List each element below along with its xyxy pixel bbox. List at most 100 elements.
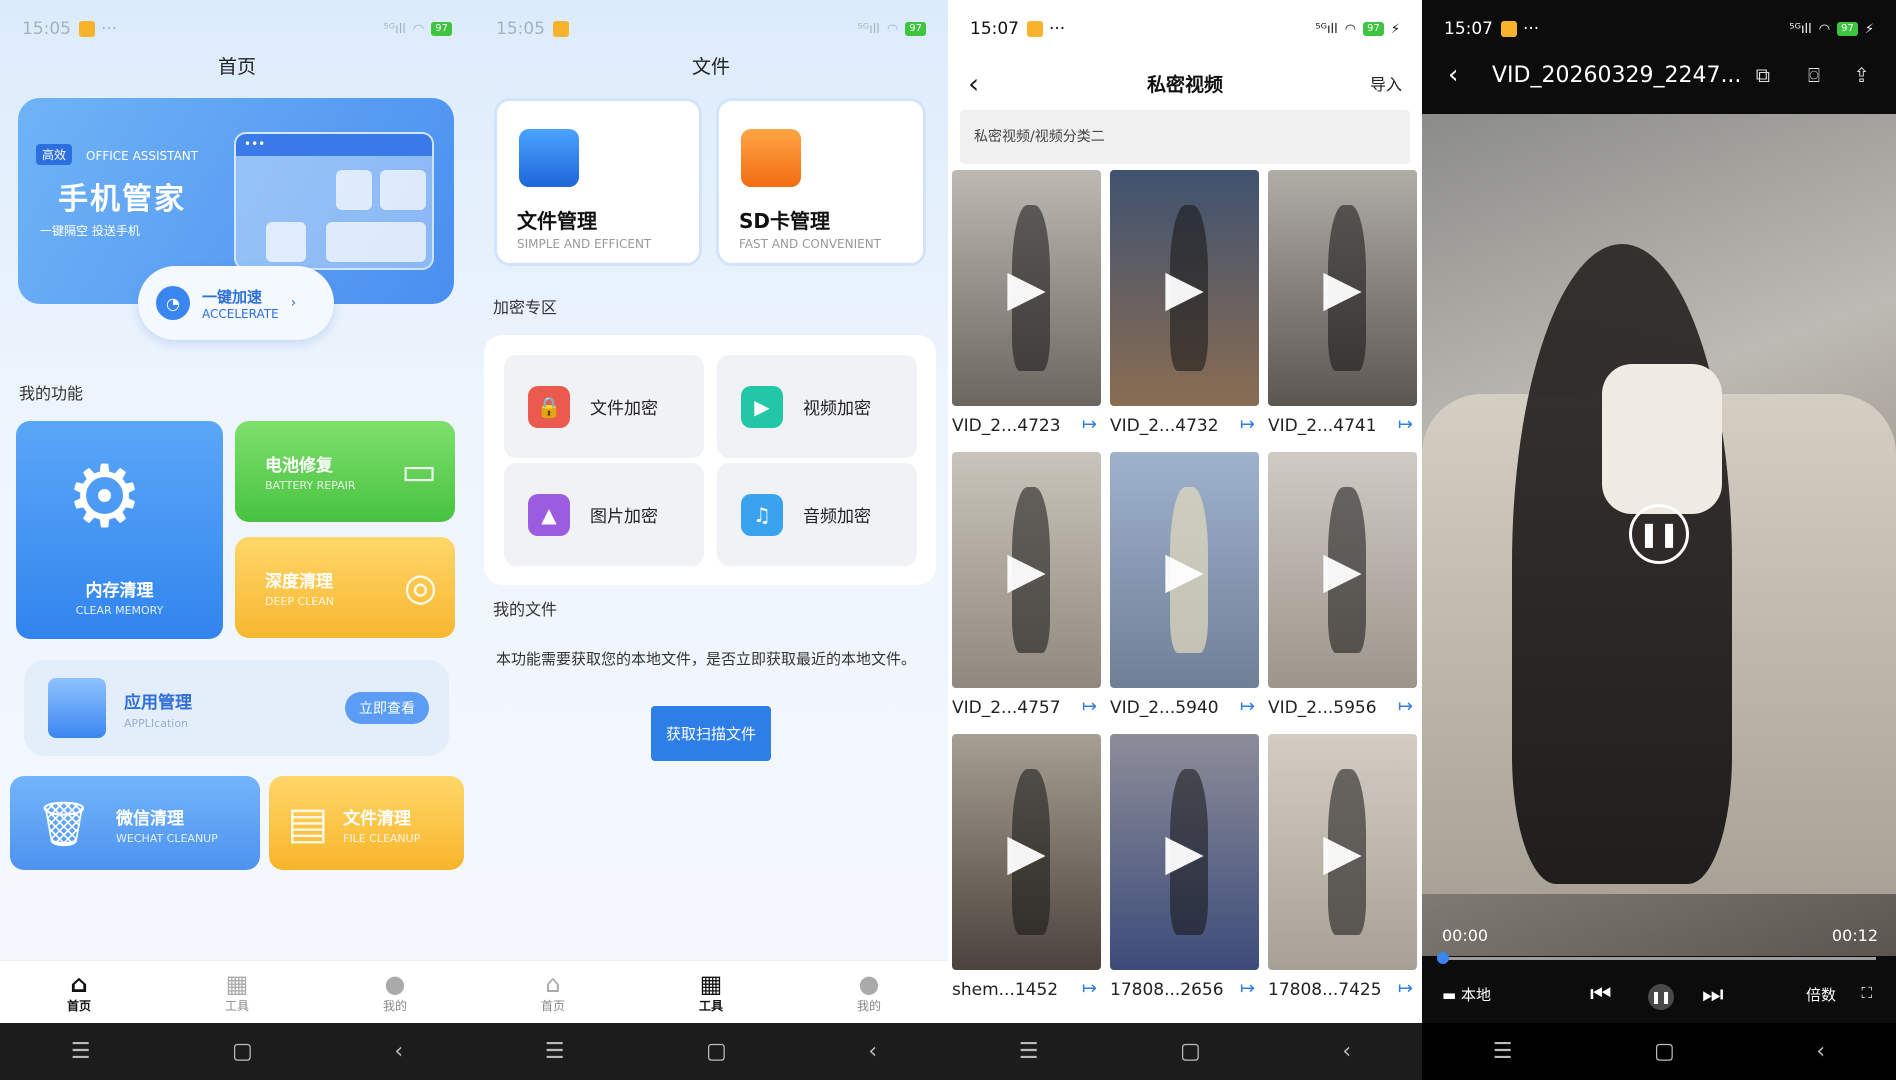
tab-mine[interactable]: ● 我的 xyxy=(790,961,948,1023)
menu-icon[interactable]: ☰ xyxy=(545,1039,565,1064)
app-manage-en: APPLIcation xyxy=(124,717,189,730)
play-icon: ▶ xyxy=(1323,259,1362,317)
export-icon[interactable]: ↦ xyxy=(1398,414,1413,435)
video-thumbnail: ▶ xyxy=(1110,734,1259,970)
speed-button[interactable]: 倍数 xyxy=(1806,984,1836,1005)
duration: 00:12 xyxy=(1831,926,1878,945)
page-title: 首页 xyxy=(217,56,256,78)
image-folder-icon xyxy=(48,678,106,738)
tab-home[interactable]: ⌂ 首页 xyxy=(474,961,632,1023)
image-encrypt-button[interactable]: ▲ 图片加密 xyxy=(504,463,704,566)
picture-in-picture-icon[interactable]: ⧉ xyxy=(1756,63,1770,87)
tab-tools[interactable]: ▦ 工具 xyxy=(158,961,316,1023)
video-item[interactable]: ▶ VID_2...4741 ↦ xyxy=(1268,170,1417,436)
sd-card-manager-card[interactable]: SD卡管理 FAST AND CONVENIENT xyxy=(716,98,926,266)
app-manage-card[interactable]: 应用管理 APPLIcation 立即查看 xyxy=(24,660,449,756)
tab-tools[interactable]: ▦ 工具 xyxy=(632,961,790,1023)
video-thumbnail: ▶ xyxy=(1268,734,1417,970)
view-now-button[interactable]: 立即查看 xyxy=(345,692,429,724)
accelerate-button[interactable]: ◔ 一键加速 ACCELERATE › xyxy=(138,266,334,340)
video-name: VID_2...5956 xyxy=(1268,698,1377,718)
tab-mine[interactable]: ● 我的 xyxy=(316,961,474,1023)
blue-folder-icon xyxy=(519,129,579,187)
document-icon: ▤ xyxy=(287,798,329,849)
export-icon[interactable]: ↦ xyxy=(1398,978,1413,999)
folder-icon: ▬ xyxy=(1442,986,1457,1004)
orange-folder-icon xyxy=(741,129,801,187)
file-encrypt-label: 文件加密 xyxy=(590,399,658,419)
camera-icon[interactable]: ⌼ xyxy=(1808,63,1820,87)
video-item[interactable]: ▶ VID_2...5956 ↦ xyxy=(1268,452,1417,718)
deep-clean-card[interactable]: 深度清理 DEEP CLEAN ◎ xyxy=(235,537,455,638)
back-icon[interactable]: ‹ xyxy=(1342,1039,1351,1064)
import-button[interactable]: 导入 xyxy=(1370,71,1402,95)
small-pause-icon[interactable]: ❚❚ xyxy=(1648,984,1674,1010)
home-square-icon[interactable]: ▢ xyxy=(1180,1039,1201,1064)
page-title: 文件 xyxy=(691,56,730,78)
file-manager-card[interactable]: 文件管理 SIMPLE AND EFFICENT xyxy=(494,98,702,266)
wechat-cleanup-card[interactable]: 🗑 微信清理 WECHAT CLEANUP xyxy=(10,776,260,870)
back-arrow-icon[interactable]: ‹ xyxy=(1448,60,1458,90)
export-icon[interactable]: ↦ xyxy=(1240,414,1255,435)
video-encrypt-label: 视频加密 xyxy=(803,399,871,419)
next-icon[interactable]: ⏭ xyxy=(1702,980,1724,1008)
status-time: 15:05 xyxy=(496,19,545,39)
play-icon: ▶ xyxy=(1165,259,1204,317)
export-icon[interactable]: ↦ xyxy=(1240,696,1255,717)
video-item[interactable]: ▶ 17808...7425 ↦ xyxy=(1268,734,1417,1000)
clear-memory-en: CLEAR MEMORY xyxy=(75,604,164,617)
video-item[interactable]: ▶ VID_2...4732 ↦ xyxy=(1110,170,1259,436)
video-thumbnail: ▶ xyxy=(952,452,1101,688)
video-player-screen: 15:07 ··· ⁵ᴳıll ◠ 97 ⚡ ‹ VID_20260329_22… xyxy=(1422,0,1896,1080)
previous-icon[interactable]: ⏮ xyxy=(1590,980,1612,1008)
export-icon[interactable]: ↦ xyxy=(1082,414,1097,435)
back-icon[interactable]: ‹ xyxy=(1816,1039,1825,1064)
menu-icon[interactable]: ☰ xyxy=(1493,1039,1513,1064)
user-icon: ● xyxy=(858,969,880,998)
accelerate-label: 一键加速 xyxy=(202,287,263,306)
video-encrypt-button[interactable]: ▶ 视频加密 xyxy=(717,355,917,458)
menu-icon[interactable]: ☰ xyxy=(1019,1039,1039,1064)
export-icon[interactable]: ↦ xyxy=(1240,978,1255,999)
status-bar: 15:05 ⁵ᴳıll ◠ 97 xyxy=(474,0,948,58)
video-item[interactable]: ▶ shem...1452 ↦ xyxy=(952,734,1101,1000)
local-button[interactable]: ▬ 本地 xyxy=(1442,984,1491,1005)
back-arrow-icon[interactable]: ‹ xyxy=(968,67,979,100)
sd-card-en: FAST AND CONVENIENT xyxy=(739,237,882,251)
wifi-icon: ◠ xyxy=(886,21,899,37)
current-time: 00:00 xyxy=(1442,926,1489,945)
home-square-icon[interactable]: ▢ xyxy=(706,1039,727,1064)
system-nav-bar: ☰ ▢ ‹ xyxy=(0,1023,474,1080)
menu-icon[interactable]: ☰ xyxy=(71,1039,91,1064)
share-icon[interactable]: ⇪ xyxy=(1853,63,1870,87)
export-icon[interactable]: ↦ xyxy=(1398,696,1413,717)
video-name: shem...1452 xyxy=(952,980,1059,1000)
video-item[interactable]: ▶ VID_2...4757 ↦ xyxy=(952,452,1101,718)
audio-encrypt-button[interactable]: ♫ 音频加密 xyxy=(717,463,917,566)
home-square-icon[interactable]: ▢ xyxy=(1654,1039,1675,1064)
progress-bar[interactable] xyxy=(1442,957,1876,960)
play-icon: ▶ xyxy=(1007,541,1046,599)
file-encrypt-button[interactable]: 🔒 文件加密 xyxy=(504,355,704,458)
notification-icon xyxy=(1501,21,1517,37)
video-name: 17808...7425 xyxy=(1268,980,1382,1000)
pause-icon[interactable]: ❚❚ xyxy=(1629,504,1689,564)
export-icon[interactable]: ↦ xyxy=(1082,696,1097,717)
section-my-files: 我的文件 xyxy=(493,600,558,619)
scan-files-button[interactable]: 获取扫描文件 xyxy=(651,706,771,761)
progress-knob[interactable] xyxy=(1437,952,1449,964)
clear-memory-card[interactable]: ⚙ 内存清理 CLEAR MEMORY xyxy=(16,421,223,639)
back-icon[interactable]: ‹ xyxy=(394,1039,403,1064)
export-icon[interactable]: ↦ xyxy=(1082,978,1097,999)
tab-home[interactable]: ⌂ 首页 xyxy=(0,961,158,1023)
video-item[interactable]: ▶ VID_2...4723 ↦ xyxy=(952,170,1101,436)
fullscreen-icon[interactable]: ⛶ xyxy=(1861,984,1872,1002)
video-item[interactable]: ▶ 17808...2656 ↦ xyxy=(1110,734,1259,1000)
video-item[interactable]: ▶ VID_2...5940 ↦ xyxy=(1110,452,1259,718)
file-cleanup-card[interactable]: ▤ 文件清理 FILE CLEANUP xyxy=(269,776,464,870)
home-square-icon[interactable]: ▢ xyxy=(232,1039,253,1064)
back-icon[interactable]: ‹ xyxy=(868,1039,877,1064)
wifi-icon: ◠ xyxy=(1818,21,1831,37)
battery-repair-card[interactable]: 电池修复 BATTERY REPAIR ▭ xyxy=(235,421,455,522)
tab-label: 工具 xyxy=(698,998,723,1013)
